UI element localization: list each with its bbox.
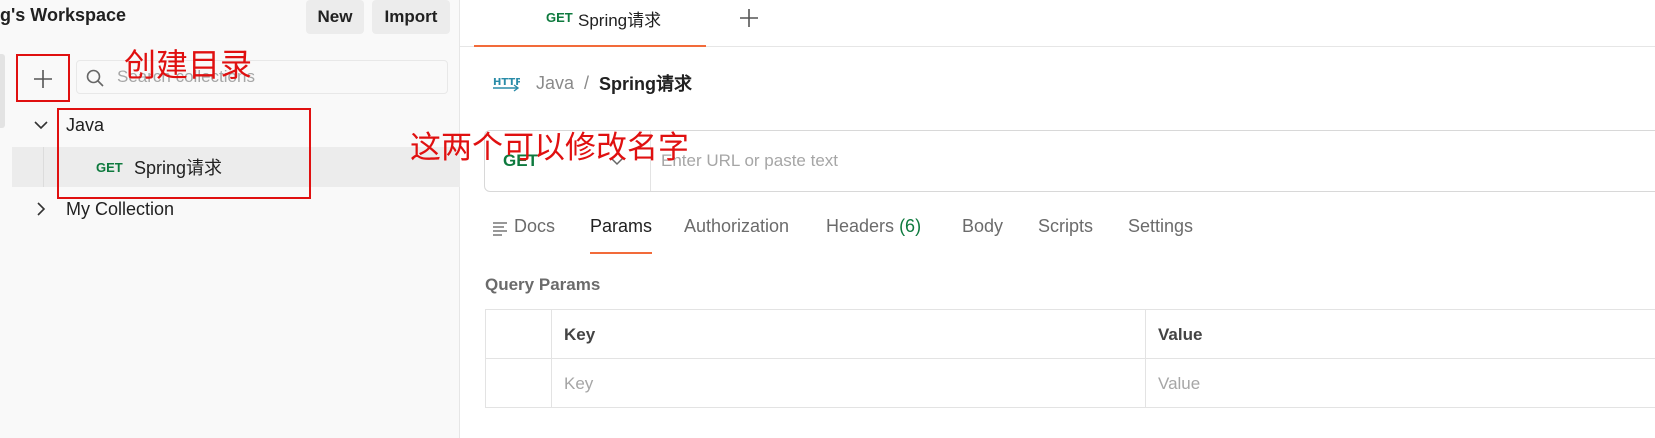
breadcrumb-separator: / [584, 72, 590, 93]
checkbox-column-header [486, 310, 552, 359]
tab-bar: GET Spring请求 [460, 0, 1655, 47]
tab-params[interactable]: Params [590, 216, 653, 254]
annotation-box-add [16, 54, 70, 102]
breadcrumb-current[interactable]: Spring请求 [599, 70, 692, 96]
tab-headers[interactable]: Headers (6) [826, 216, 921, 254]
new-tab-plus-icon[interactable] [738, 7, 760, 29]
docs-icon [493, 222, 507, 236]
query-params-title: Query Params [485, 275, 601, 294]
tab-settings[interactable]: Settings [1128, 216, 1193, 254]
value-input[interactable]: Value [1146, 359, 1655, 408]
main-panel: GET Spring请求 HTTP Java / Spring请求 GET En… [460, 0, 1655, 438]
tab-label: Headers [826, 216, 895, 236]
tab-label: Spring请求 [578, 11, 662, 30]
new-button[interactable]: New [306, 0, 364, 34]
table-header-row: Key Value [486, 310, 1655, 359]
annotation-box-rename [57, 108, 311, 199]
breadcrumb-parent[interactable]: Java [536, 73, 574, 94]
chevron-right-icon[interactable] [32, 200, 50, 218]
key-input[interactable]: Key [552, 359, 1146, 408]
table-row: Key Value [486, 359, 1655, 408]
tab-spring-request[interactable]: GET Spring请求 [474, 0, 706, 47]
search-icon [86, 69, 104, 87]
query-params-table: Key Value Key Value [485, 309, 1655, 408]
annotation-create-dir: 创建目录 [124, 46, 253, 84]
workspace-title[interactable]: g's Workspace [0, 5, 126, 26]
import-button[interactable]: Import [372, 0, 450, 34]
tab-docs[interactable]: Docs [492, 216, 555, 254]
tab-body[interactable]: Body [962, 216, 1003, 254]
annotation-rename-hint: 这两个可以修改名字 [410, 130, 689, 166]
url-input[interactable] [661, 144, 1621, 178]
tab-label: Docs [514, 216, 556, 236]
sidebar-strip [0, 54, 5, 128]
value-column-header: Value [1158, 324, 1203, 344]
tab-authorization[interactable]: Authorization [684, 216, 789, 254]
row-checkbox-cell[interactable] [486, 359, 552, 408]
tree-item-label: My Collection [66, 198, 175, 219]
breadcrumb: HTTP Java / Spring请求 [492, 70, 692, 96]
http-icon: HTTP [493, 77, 520, 92]
chevron-down-icon[interactable] [32, 116, 50, 134]
indent-line [43, 147, 44, 187]
tab-scripts[interactable]: Scripts [1038, 216, 1093, 254]
key-column-header: Key [552, 310, 1146, 359]
headers-count: (6) [899, 216, 922, 236]
workspace-header: g's Workspace New Import [0, 0, 460, 36]
tab-method: GET [546, 10, 573, 25]
